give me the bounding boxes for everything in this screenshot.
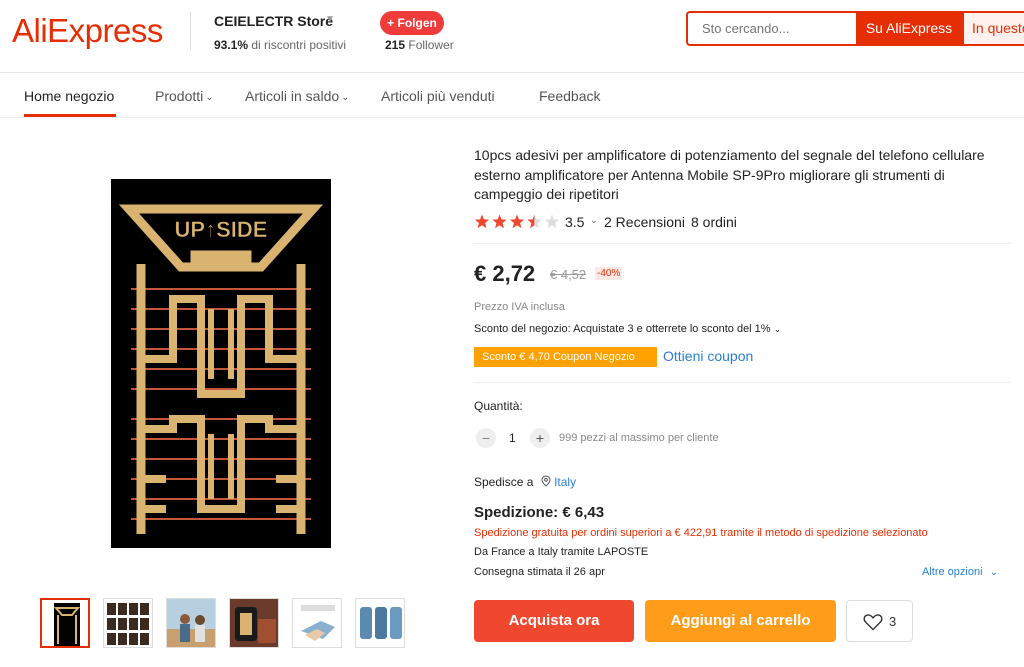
chevron-down-icon: ⌄ xyxy=(773,324,782,334)
more-options-label: Altre opzioni xyxy=(922,566,983,578)
original-price: € 4,52 xyxy=(550,267,587,282)
aliexpress-logo[interactable]: AliExpress xyxy=(12,12,163,50)
followers-count: 215 Follower xyxy=(385,38,454,52)
nav-products-label: Prodotti xyxy=(155,88,204,104)
followers-text: Follower xyxy=(405,38,454,52)
thumbnail-3[interactable] xyxy=(166,598,216,648)
star-empty-icon xyxy=(544,214,560,229)
antenna-sticker-graphic: UP↑SIDE xyxy=(111,179,331,548)
nav-products[interactable]: Prodotti ⌄ xyxy=(155,88,214,104)
chevron-down-icon[interactable]: ▼ xyxy=(325,14,335,25)
product-main-image[interactable]: UP↑SIDE xyxy=(111,179,331,548)
shipping-cost: Spedizione: € 6,43 xyxy=(474,504,605,521)
thumb-cases-icon xyxy=(356,599,404,647)
followers-number: 215 xyxy=(385,38,406,52)
heart-icon xyxy=(863,614,883,631)
delivery-estimate: Consegna stimata il 26 apr xyxy=(474,566,605,578)
divider xyxy=(474,382,1012,383)
ship-to-row: Spedisce a Italy xyxy=(474,475,576,489)
store-name[interactable]: CEIELECTR Store xyxy=(214,13,333,29)
ship-from-info: Da France a Italy tramite LAPOSTE xyxy=(474,546,649,558)
buy-now-button[interactable]: Acquista ora xyxy=(474,600,634,642)
reviews-link[interactable]: 2 Recensioni xyxy=(604,214,685,230)
thumbnail-2[interactable] xyxy=(103,598,153,648)
header-divider xyxy=(190,12,191,50)
quantity-increase-button[interactable]: + xyxy=(530,428,550,448)
chevron-down-icon[interactable]: ⌄ xyxy=(590,215,598,226)
quantity-decrease-button[interactable]: − xyxy=(476,428,496,448)
store-header: AliExpress CEIELECTR Store ▼ 93.1% di ri… xyxy=(0,0,1024,73)
get-coupon-link[interactable]: Ottieni coupon xyxy=(663,348,753,364)
active-tab-indicator xyxy=(24,114,116,117)
nav-sale[interactable]: Articoli in saldo ⌄ xyxy=(245,88,350,104)
discount-badge: -40% xyxy=(595,267,623,280)
store-coupon-badge[interactable]: Sconto € 4,70 Coupon Negozio xyxy=(474,347,657,367)
vat-note: Prezzo IVA inclusa xyxy=(474,301,565,313)
free-shipping-note: Spedizione gratuita per ordini superiori… xyxy=(474,527,928,539)
nav-sale-label: Articoli in saldo xyxy=(245,88,340,104)
store-discount-info[interactable]: Sconto del negozio: Acquistate 3 e otter… xyxy=(474,323,781,335)
divider xyxy=(474,243,1012,244)
thumb-phone-icon xyxy=(230,599,278,647)
chevron-down-icon: ⌄ xyxy=(989,567,998,578)
nav-feedback-label: Feedback xyxy=(539,88,601,104)
search-input[interactable] xyxy=(686,11,856,46)
store-nav: Home negozio Prodotti ⌄ Articoli in saldo… xyxy=(0,74,1024,118)
current-price: € 2,72 xyxy=(474,261,536,286)
ship-to-country[interactable]: Italy xyxy=(554,475,576,489)
wishlist-count: 3 xyxy=(889,614,897,629)
chevron-down-icon: ⌄ xyxy=(341,92,350,103)
store-discount-text: Sconto del negozio: Acquistate 3 e otter… xyxy=(474,323,771,335)
nav-feedback[interactable]: Feedback xyxy=(539,88,600,104)
thumb-people-icon xyxy=(167,599,215,647)
add-to-cart-button[interactable]: Aggiungi al carrello xyxy=(645,600,836,642)
quantity-value[interactable]: 1 xyxy=(509,431,516,445)
thumb-grid-icon xyxy=(104,599,152,647)
search-aliexpress-button[interactable]: Su AliExpress xyxy=(856,11,962,46)
ship-to-label: Spedisce a xyxy=(474,475,534,489)
wishlist-button[interactable]: 3 xyxy=(846,600,913,642)
store-rating: 93.1% di riscontri positivi xyxy=(214,38,346,52)
store-rating-text: di riscontri positivi xyxy=(248,38,347,52)
more-shipping-options[interactable]: Altre opzioni ⌄ xyxy=(922,566,998,578)
delivery-date: 26 apr xyxy=(573,566,605,578)
chevron-down-icon: ⌄ xyxy=(205,92,214,103)
nav-bestsellers-label: Articoli più venduti xyxy=(381,88,495,104)
delivery-prefix: Consegna stimata il xyxy=(474,566,574,578)
thumbnail-6[interactable] xyxy=(355,598,405,648)
follow-button[interactable]: + Folgen xyxy=(380,11,444,35)
rating-value[interactable]: 3.5 xyxy=(565,214,584,230)
thumb-sticker-icon xyxy=(42,600,88,646)
location-pin-icon xyxy=(541,475,551,487)
store-rating-value: 93.1% xyxy=(214,38,249,52)
nav-home[interactable]: Home negozio xyxy=(24,88,114,104)
search-store-button[interactable]: In questo negozio xyxy=(962,11,1024,46)
thumbnail-1[interactable] xyxy=(40,598,90,648)
quantity-max-note: 999 pezzi al massimo per cliente xyxy=(559,432,719,444)
star-filled-icon xyxy=(474,214,490,229)
nav-home-label: Home negozio xyxy=(24,88,115,104)
sticker-brand-text: UP↑SIDE xyxy=(175,217,268,242)
orders-count: 8 ordini xyxy=(691,214,737,230)
thumb-hand-icon xyxy=(293,599,341,647)
product-title: 10pcs adesivi per amplificatore di poten… xyxy=(474,147,985,202)
star-filled-icon xyxy=(509,214,525,229)
star-rating-icon[interactable] xyxy=(474,213,560,231)
thumbnail-4[interactable] xyxy=(229,598,279,648)
nav-bestsellers[interactable]: Articoli più venduti xyxy=(381,88,495,104)
quantity-label: Quantità: xyxy=(474,399,523,413)
star-filled-icon xyxy=(492,214,507,229)
thumbnail-5[interactable] xyxy=(292,598,342,648)
